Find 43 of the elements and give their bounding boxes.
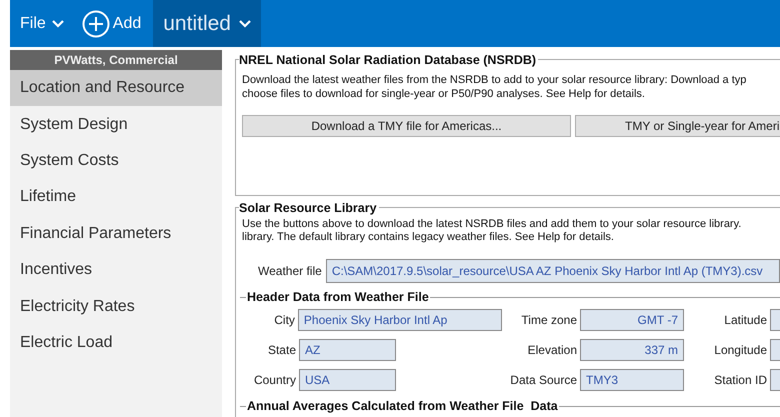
- plus-circle-icon: [82, 10, 110, 38]
- sidebar-item[interactable]: Financial Parameters: [10, 216, 222, 252]
- field-label: State: [266, 342, 297, 359]
- sidebar-item[interactable]: Electricity Rates: [10, 288, 222, 325]
- field-label: Elevation: [526, 342, 578, 359]
- value-field[interactable]: GMT -7: [580, 308, 684, 331]
- value-field[interactable]: AZ: [299, 338, 396, 361]
- sidebar-item[interactable]: System Design: [10, 106, 222, 143]
- field-label: Latitude: [723, 312, 768, 329]
- value-field[interactable]: [770, 338, 780, 361]
- file-menu[interactable]: File: [10, 0, 74, 47]
- add-button[interactable]: Add: [74, 0, 150, 47]
- download-button[interactable]: Download a TMY file for Americas...: [242, 115, 571, 137]
- sidebar-item[interactable]: Incentives: [10, 252, 222, 288]
- sidebar-item[interactable]: Electric Load: [10, 324, 222, 362]
- chevron-down-icon: [238, 20, 251, 28]
- sidebar-header: PVWatts, Commercial: [10, 50, 222, 70]
- value-field[interactable]: [770, 368, 780, 391]
- description-text: Download the latest weather files from the NSRDB to add to your solar resource library: Download a typ: [242, 73, 748, 87]
- description-text: Use the buttons above to download the latest NSRDB files and add them to your solar resource library.: [242, 218, 742, 231]
- sidebar-item[interactable]: Lifetime: [10, 179, 222, 216]
- field-label: Data Source: [509, 372, 578, 389]
- weather-file-field[interactable]: C:\SAM\2017.9.5\solar_resource\USA AZ Phoenix Sky Harbor Intl Ap (TMY3).csv: [326, 259, 780, 283]
- section-title: Header Data from Weather File: [246, 289, 430, 306]
- value-field[interactable]: [770, 308, 780, 331]
- value-field[interactable]: 337 m: [580, 338, 684, 361]
- description-text: library. The default library contains legacy weather files. See Help for details.: [242, 231, 615, 244]
- value-field[interactable]: TMY3: [580, 368, 684, 391]
- field-label: Weather file: [258, 263, 323, 280]
- field-label: Time zone: [520, 312, 578, 329]
- field-label: Station ID: [713, 372, 768, 389]
- sidebar-item[interactable]: System Costs: [10, 142, 222, 180]
- chevron-down-icon: [52, 20, 64, 28]
- value-field[interactable]: Phoenix Sky Harbor Intl Ap: [298, 308, 502, 331]
- section-title: Annual Averages Calculated from Weather File Data: [246, 398, 559, 415]
- download-button[interactable]: TMY or Single-year for Ameri: [575, 115, 780, 137]
- description-text: choose files to download for single-year or P50/P90 analyses. See Help for details.: [242, 87, 646, 101]
- field-label: City: [273, 312, 296, 329]
- value-field[interactable]: USA: [299, 368, 396, 391]
- field-label: Country: [252, 372, 297, 389]
- case-tab[interactable]: untitled: [153, 0, 261, 47]
- sidebar-item[interactable]: Location and Resource: [10, 70, 222, 106]
- field-label: Longitude: [713, 342, 768, 359]
